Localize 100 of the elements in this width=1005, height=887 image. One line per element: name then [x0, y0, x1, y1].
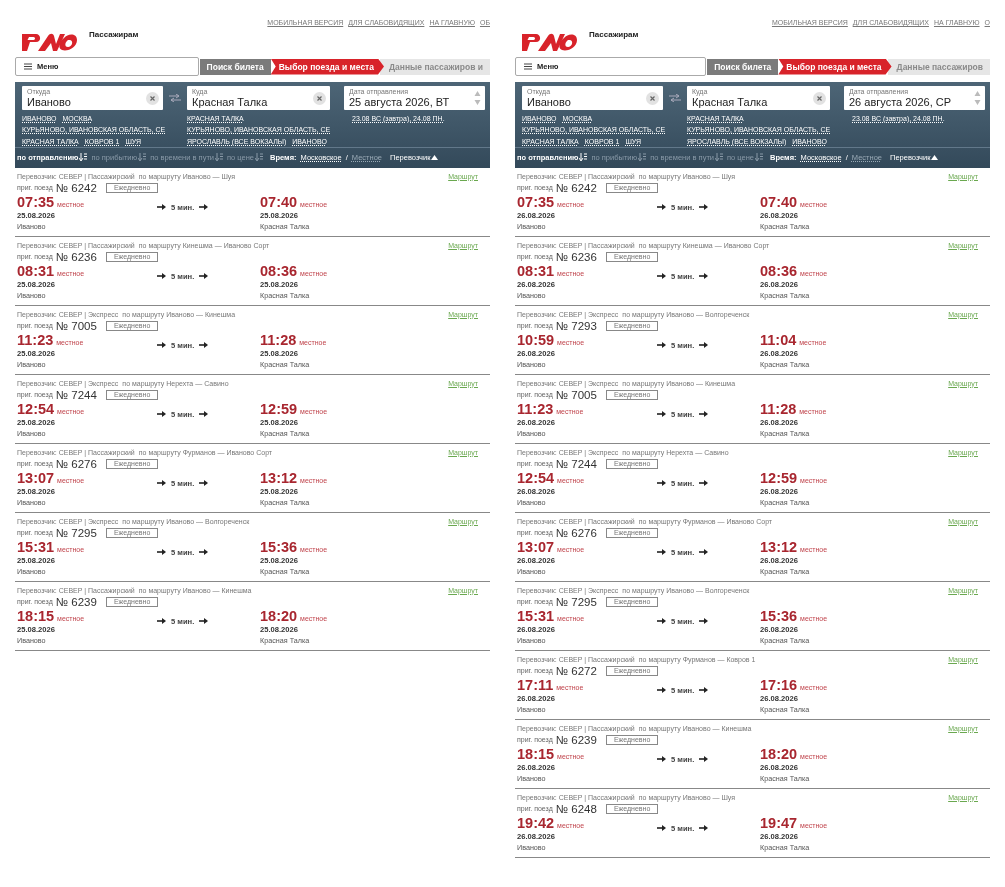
arrow-icon	[657, 686, 666, 694]
step-tab[interactable]: Выбор поезда и места	[270, 58, 384, 75]
swap-icon	[669, 94, 681, 102]
arrow-icon	[199, 548, 209, 556]
arrow-icon	[199, 479, 209, 487]
sort-icon	[579, 153, 588, 161]
time-text: 11:28	[260, 332, 297, 348]
arrow-icon	[657, 341, 666, 349]
train-number: № 7293	[555, 319, 597, 332]
arrow-icon	[157, 203, 166, 211]
train-number: № 6276	[555, 526, 597, 539]
clear-icon	[146, 91, 159, 105]
arrow-icon	[657, 410, 666, 418]
step-tab[interactable]: Данные пассажиров и	[380, 58, 490, 75]
time-text: 18:15	[17, 608, 55, 624]
arrow-icon	[699, 272, 709, 280]
time-text: 19:47	[760, 815, 798, 831]
arrow-icon	[157, 479, 166, 487]
arrow-icon	[657, 824, 666, 832]
arrow-icon	[699, 548, 709, 556]
clear-icon	[813, 91, 826, 105]
train-number: № 7005	[55, 319, 97, 332]
arrow-icon	[199, 203, 209, 211]
time-text: 08:31	[17, 263, 55, 279]
time-text: 12:59	[760, 470, 798, 486]
spinner-icon	[974, 90, 981, 106]
section-title: Пассажирам	[89, 30, 139, 39]
train-number: № 7005	[555, 388, 597, 401]
arrow-icon	[157, 410, 166, 418]
sort-icon	[79, 153, 88, 161]
arrow-icon	[657, 617, 666, 625]
clear-icon	[646, 91, 659, 105]
train-number: № 6239	[555, 733, 597, 746]
time-text: 18:15	[517, 746, 555, 762]
time-text: 12:54	[17, 401, 55, 417]
time-text: 12:54	[517, 470, 555, 486]
arrow-icon	[699, 203, 709, 211]
arrow-icon	[199, 410, 209, 418]
arrow-icon	[657, 272, 666, 280]
time-text: 08:31	[517, 263, 555, 279]
time-text: 11:23	[17, 332, 54, 348]
time-text: 15:31	[517, 608, 555, 624]
step-tab[interactable]: Данные пассажиров	[887, 58, 990, 75]
train-number: № 6236	[555, 250, 597, 263]
train-number: № 6276	[55, 457, 97, 470]
train-number: № 6242	[55, 181, 97, 194]
spinner-icon	[474, 90, 481, 106]
caret-icon	[431, 154, 439, 160]
step-tab[interactable]: Поиск билета	[707, 58, 779, 75]
time-text: 07:35	[17, 194, 55, 210]
sort-icon	[138, 153, 147, 161]
arrow-icon	[699, 410, 709, 418]
sort-icon	[215, 153, 224, 161]
time-text: 12:59	[260, 401, 298, 417]
arrow-icon	[657, 548, 666, 556]
train-number: № 6248	[555, 802, 597, 815]
arrow-icon	[199, 617, 209, 625]
train-number: № 7295	[55, 526, 97, 539]
train-number: № 6236	[55, 250, 97, 263]
arrow-icon	[699, 341, 709, 349]
time-text: 07:40	[260, 194, 298, 210]
train-number: № 7295	[555, 595, 597, 608]
arrow-icon	[157, 617, 166, 625]
section-title: Пассажирам	[589, 30, 639, 39]
time-text: 13:07	[517, 539, 555, 555]
arrow-icon	[657, 479, 666, 487]
sort-icon	[715, 153, 724, 161]
time-text: 19:42	[517, 815, 555, 831]
train-number: № 6242	[555, 181, 597, 194]
time-text: 08:36	[760, 263, 798, 279]
time-text: 07:35	[517, 194, 555, 210]
arrow-icon	[199, 272, 209, 280]
time-text: 11:04	[760, 332, 797, 348]
step-tab[interactable]: Выбор поезда и места	[778, 58, 892, 75]
arrow-icon	[699, 755, 709, 763]
train-number: № 6272	[555, 664, 597, 677]
sort-icon	[638, 153, 647, 161]
train-number: № 6239	[55, 595, 97, 608]
time-text: 15:31	[17, 539, 55, 555]
arrow-icon	[657, 755, 666, 763]
time-text: 13:12	[260, 470, 298, 486]
time-text: 08:36	[260, 263, 298, 279]
menu-icon	[24, 63, 32, 70]
arrow-icon	[699, 686, 709, 694]
sort-icon	[755, 153, 764, 161]
step-tab[interactable]: Поиск билета	[199, 58, 271, 75]
time-text: 11:23	[517, 401, 554, 417]
caret-icon	[931, 154, 939, 160]
train-number: № 7244	[55, 388, 97, 401]
sort-icon	[255, 153, 264, 161]
arrow-icon	[157, 272, 166, 280]
arrow-icon	[699, 617, 709, 625]
arrow-icon	[157, 341, 166, 349]
time-text: 17:16	[760, 677, 798, 693]
menu-icon	[524, 63, 532, 70]
time-text: 18:20	[260, 608, 298, 624]
time-text: 18:20	[760, 746, 798, 762]
train-number: № 7244	[555, 457, 597, 470]
arrow-icon	[199, 341, 209, 349]
time-text: 15:36	[760, 608, 798, 624]
